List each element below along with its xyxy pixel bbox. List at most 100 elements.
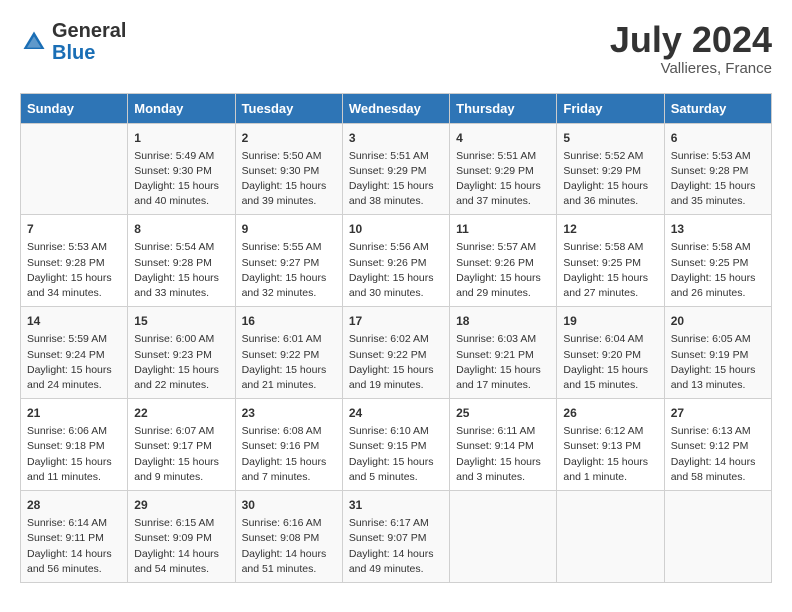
day-number: 6 bbox=[671, 129, 765, 147]
day-info: Sunrise: 6:02 AM Sunset: 9:22 PM Dayligh… bbox=[349, 332, 443, 393]
day-cell: 1Sunrise: 5:49 AM Sunset: 9:30 PM Daylig… bbox=[128, 123, 235, 215]
day-number: 7 bbox=[27, 220, 121, 238]
week-row-2: 7Sunrise: 5:53 AM Sunset: 9:28 PM Daylig… bbox=[21, 215, 772, 307]
title-block: July 2024 Vallieres, France bbox=[610, 20, 772, 77]
day-cell: 6 Sunrise: 5:53 AM Sunset: 9:28 PM Daylig… bbox=[664, 123, 771, 215]
day-info: Sunrise: 6:14 AM Sunset: 9:11 PM Dayligh… bbox=[27, 516, 121, 577]
day-info: Sunrise: 6:01 AM Sunset: 9:22 PM Dayligh… bbox=[242, 332, 336, 393]
day-info: Sunrise: 5:56 AM Sunset: 9:26 PM Dayligh… bbox=[349, 240, 443, 301]
day-info: Sunrise: 6:12 AM Sunset: 9:13 PM Dayligh… bbox=[563, 424, 657, 485]
day-cell: 19Sunrise: 6:04 AM Sunset: 9:20 PM Dayli… bbox=[557, 307, 664, 399]
day-info: Sunrise: 6:07 AM Sunset: 9:17 PM Dayligh… bbox=[134, 424, 228, 485]
week-row-4: 21 Sunrise: 6:06 AM Sunset: 9:18 PM Dayli… bbox=[21, 399, 772, 491]
day-number: 2 bbox=[242, 129, 336, 147]
day-number: 29 bbox=[134, 496, 228, 514]
day-cell: 5 Sunrise: 5:52 AM Sunset: 9:29 PM Daylig… bbox=[557, 123, 664, 215]
day-number: 21 bbox=[27, 404, 121, 422]
day-cell: 16 Sunrise: 6:01 AM Sunset: 9:22 PM Dayli… bbox=[235, 307, 342, 399]
calendar-table: SundayMondayTuesdayWednesdayThursdayFrid… bbox=[20, 93, 772, 583]
month-title: July 2024 bbox=[610, 20, 772, 60]
day-info: Sunrise: 5:58 AM Sunset: 9:25 PM Dayligh… bbox=[563, 240, 657, 301]
day-cell: 3 Sunrise: 5:51 AM Sunset: 9:29 PM Daylig… bbox=[342, 123, 449, 215]
week-row-5: 28 Sunrise: 6:14 AM Sunset: 9:11 PM Dayli… bbox=[21, 491, 772, 583]
day-number: 28 bbox=[27, 496, 121, 514]
day-cell: 29 Sunrise: 6:15 AM Sunset: 9:09 PM Dayli… bbox=[128, 491, 235, 583]
day-info: Sunrise: 6:03 AM Sunset: 9:21 PM Dayligh… bbox=[456, 332, 550, 393]
day-info: Sunrise: 6:06 AM Sunset: 9:18 PM Dayligh… bbox=[27, 424, 121, 485]
day-number: 12 bbox=[563, 220, 657, 238]
day-cell: 13Sunrise: 5:58 AM Sunset: 9:25 PM Dayli… bbox=[664, 215, 771, 307]
day-number: 15 bbox=[134, 312, 228, 330]
day-cell: 14 Sunrise: 5:59 AM Sunset: 9:24 PM Dayli… bbox=[21, 307, 128, 399]
day-info: Sunrise: 6:17 AM Sunset: 9:07 PM Dayligh… bbox=[349, 516, 443, 577]
col-thursday: Thursday bbox=[450, 93, 557, 123]
day-info: Sunrise: 6:16 AM Sunset: 9:08 PM Dayligh… bbox=[242, 516, 336, 577]
day-number: 14 bbox=[27, 312, 121, 330]
day-number: 23 bbox=[242, 404, 336, 422]
day-cell: 24 Sunrise: 6:10 AM Sunset: 9:15 PM Dayli… bbox=[342, 399, 449, 491]
day-cell: 4 Sunrise: 5:51 AM Sunset: 9:29 PM Daylig… bbox=[450, 123, 557, 215]
day-cell: 9Sunrise: 5:55 AM Sunset: 9:27 PM Daylig… bbox=[235, 215, 342, 307]
day-cell: 26 Sunrise: 6:12 AM Sunset: 9:13 PM Dayli… bbox=[557, 399, 664, 491]
day-number: 25 bbox=[456, 404, 550, 422]
day-cell bbox=[664, 491, 771, 583]
day-cell: 7Sunrise: 5:53 AM Sunset: 9:28 PM Daylig… bbox=[21, 215, 128, 307]
header-row: SundayMondayTuesdayWednesdayThursdayFrid… bbox=[21, 93, 772, 123]
col-sunday: Sunday bbox=[21, 93, 128, 123]
day-number: 13 bbox=[671, 220, 765, 238]
day-number: 3 bbox=[349, 129, 443, 147]
col-friday: Friday bbox=[557, 93, 664, 123]
day-cell: 20Sunrise: 6:05 AM Sunset: 9:19 PM Dayli… bbox=[664, 307, 771, 399]
day-info: Sunrise: 6:00 AM Sunset: 9:23 PM Dayligh… bbox=[134, 332, 228, 393]
day-number: 8 bbox=[134, 220, 228, 238]
day-number: 19 bbox=[563, 312, 657, 330]
logo-icon bbox=[20, 28, 48, 56]
day-number: 31 bbox=[349, 496, 443, 514]
week-row-1: 1Sunrise: 5:49 AM Sunset: 9:30 PM Daylig… bbox=[21, 123, 772, 215]
page-header: General Blue July 2024 Vallieres, France bbox=[20, 20, 772, 77]
day-info: Sunrise: 5:51 AM Sunset: 9:29 PM Dayligh… bbox=[349, 149, 443, 210]
day-info: Sunrise: 6:10 AM Sunset: 9:15 PM Dayligh… bbox=[349, 424, 443, 485]
day-number: 11 bbox=[456, 220, 550, 238]
day-cell bbox=[21, 123, 128, 215]
day-info: Sunrise: 6:15 AM Sunset: 9:09 PM Dayligh… bbox=[134, 516, 228, 577]
day-info: Sunrise: 5:51 AM Sunset: 9:29 PM Dayligh… bbox=[456, 149, 550, 210]
col-saturday: Saturday bbox=[664, 93, 771, 123]
day-cell: 10Sunrise: 5:56 AM Sunset: 9:26 PM Dayli… bbox=[342, 215, 449, 307]
day-cell: 15 Sunrise: 6:00 AM Sunset: 9:23 PM Dayli… bbox=[128, 307, 235, 399]
day-number: 16 bbox=[242, 312, 336, 330]
day-cell: 28 Sunrise: 6:14 AM Sunset: 9:11 PM Dayli… bbox=[21, 491, 128, 583]
day-cell bbox=[450, 491, 557, 583]
day-cell: 23 Sunrise: 6:08 AM Sunset: 9:16 PM Dayli… bbox=[235, 399, 342, 491]
day-cell: 17 Sunrise: 6:02 AM Sunset: 9:22 PM Dayli… bbox=[342, 307, 449, 399]
day-number: 4 bbox=[456, 129, 550, 147]
day-info: Sunrise: 5:57 AM Sunset: 9:26 PM Dayligh… bbox=[456, 240, 550, 301]
col-wednesday: Wednesday bbox=[342, 93, 449, 123]
day-number: 22 bbox=[134, 404, 228, 422]
day-cell: 11 Sunrise: 5:57 AM Sunset: 9:26 PM Dayli… bbox=[450, 215, 557, 307]
logo: General Blue bbox=[20, 20, 126, 64]
day-info: Sunrise: 5:49 AM Sunset: 9:30 PM Dayligh… bbox=[134, 149, 228, 210]
day-info: Sunrise: 5:59 AM Sunset: 9:24 PM Dayligh… bbox=[27, 332, 121, 393]
day-info: Sunrise: 5:53 AM Sunset: 9:28 PM Dayligh… bbox=[671, 149, 765, 210]
day-number: 30 bbox=[242, 496, 336, 514]
day-cell: 31 Sunrise: 6:17 AM Sunset: 9:07 PM Dayli… bbox=[342, 491, 449, 583]
day-info: Sunrise: 5:52 AM Sunset: 9:29 PM Dayligh… bbox=[563, 149, 657, 210]
day-number: 5 bbox=[563, 129, 657, 147]
day-info: Sunrise: 5:50 AM Sunset: 9:30 PM Dayligh… bbox=[242, 149, 336, 210]
day-number: 9 bbox=[242, 220, 336, 238]
col-tuesday: Tuesday bbox=[235, 93, 342, 123]
day-info: Sunrise: 5:54 AM Sunset: 9:28 PM Dayligh… bbox=[134, 240, 228, 301]
col-monday: Monday bbox=[128, 93, 235, 123]
day-cell: 21 Sunrise: 6:06 AM Sunset: 9:18 PM Dayli… bbox=[21, 399, 128, 491]
day-number: 24 bbox=[349, 404, 443, 422]
day-info: Sunrise: 6:11 AM Sunset: 9:14 PM Dayligh… bbox=[456, 424, 550, 485]
day-cell: 2 Sunrise: 5:50 AM Sunset: 9:30 PM Daylig… bbox=[235, 123, 342, 215]
logo-blue: Blue bbox=[52, 42, 95, 64]
day-number: 26 bbox=[563, 404, 657, 422]
day-cell: 27Sunrise: 6:13 AM Sunset: 9:12 PM Dayli… bbox=[664, 399, 771, 491]
day-number: 17 bbox=[349, 312, 443, 330]
day-info: Sunrise: 6:13 AM Sunset: 9:12 PM Dayligh… bbox=[671, 424, 765, 485]
day-info: Sunrise: 6:08 AM Sunset: 9:16 PM Dayligh… bbox=[242, 424, 336, 485]
week-row-3: 14 Sunrise: 5:59 AM Sunset: 9:24 PM Dayli… bbox=[21, 307, 772, 399]
